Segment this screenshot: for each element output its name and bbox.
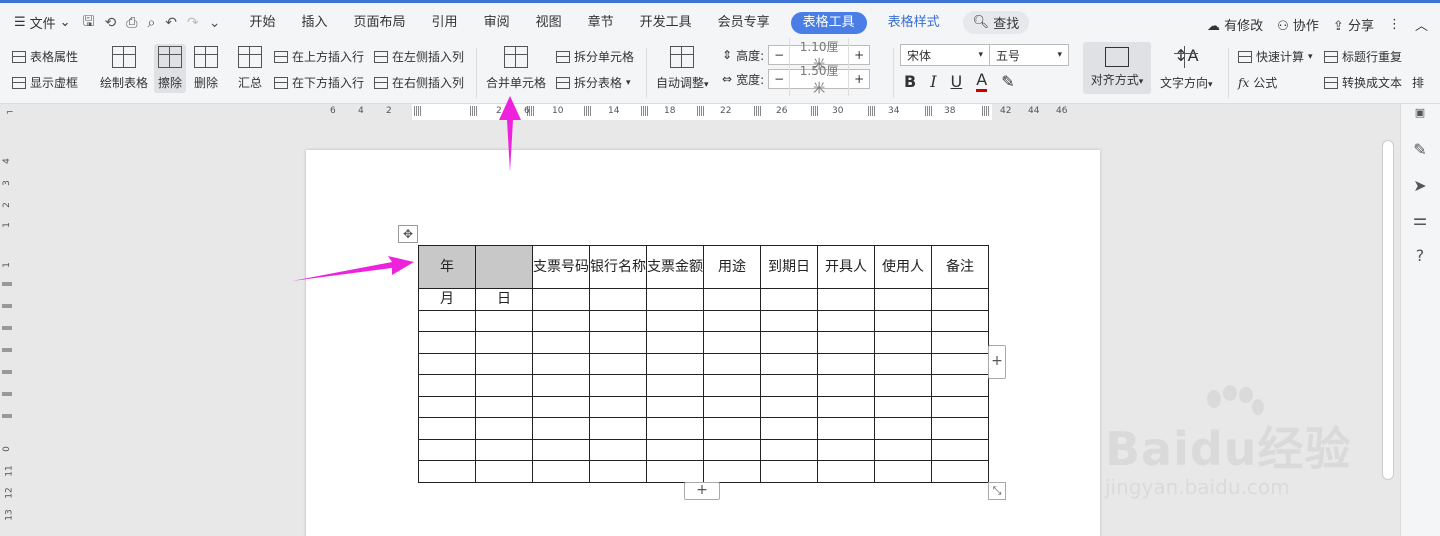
watermark-brand: Baidu经验 <box>1105 422 1352 476</box>
baidu-watermark: Baidu经验 jingyan.baidu.com <box>1100 385 1390 505</box>
arrow-to-merge-icon <box>499 96 521 172</box>
arrow-to-table-cell-icon <box>292 256 414 281</box>
watermark-url: jingyan.baidu.com <box>1105 475 1290 499</box>
